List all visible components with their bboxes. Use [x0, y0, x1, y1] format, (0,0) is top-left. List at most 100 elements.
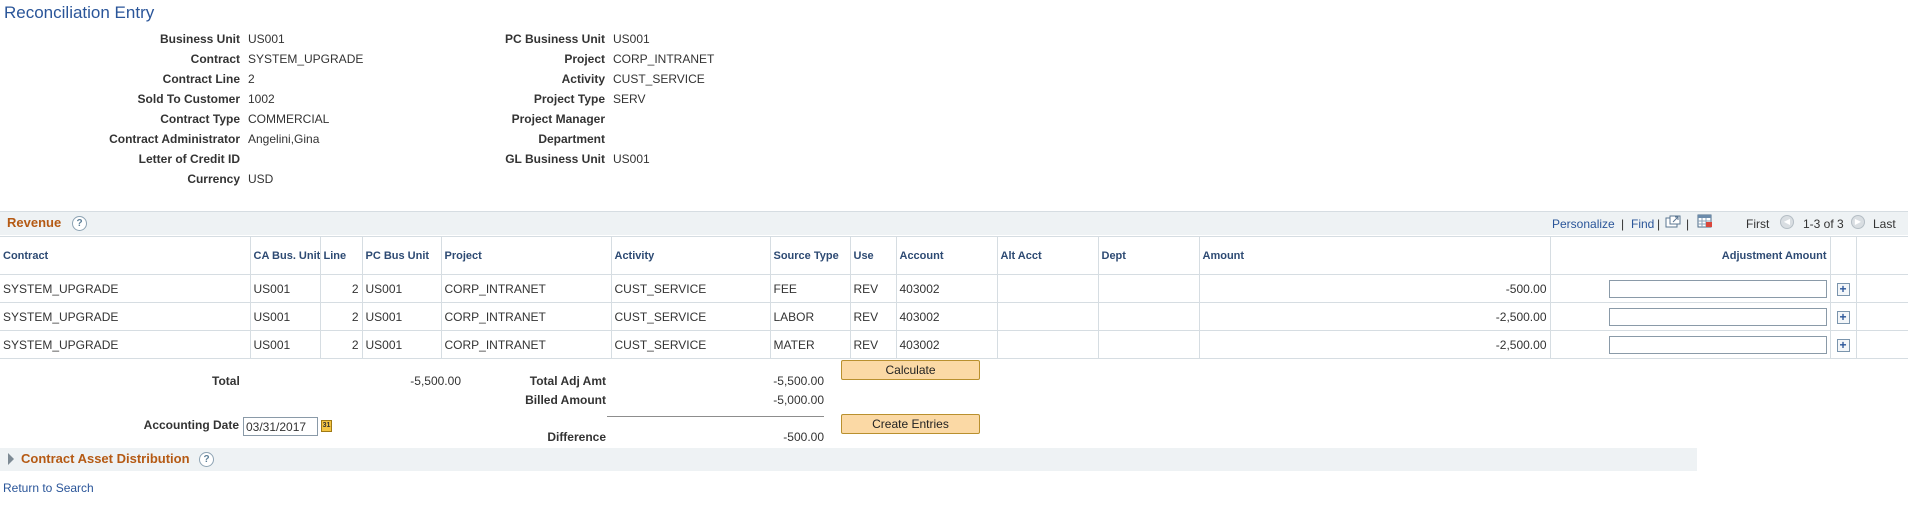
previous-arrow-icon[interactable]: ◀: [1780, 215, 1794, 229]
cell-pc-bus-unit: US001: [362, 302, 442, 331]
col-contract[interactable]: Contract: [0, 236, 251, 275]
col-pc-bus-unit[interactable]: PC Bus Unit: [362, 236, 442, 275]
col-ca-bus-unit[interactable]: CA Bus. Unit: [250, 236, 321, 275]
nav-separator: |: [1657, 217, 1661, 231]
cell-pc-bus-unit: US001: [362, 330, 442, 359]
last-label: Last: [1873, 217, 1896, 231]
personalize-link[interactable]: Personalize: [1552, 217, 1615, 231]
col-adjustment-amount[interactable]: Adjustment Amount: [1550, 236, 1831, 275]
field-value: SYSTEM_UPGRADE: [248, 52, 364, 66]
cell-add-row: +: [1830, 274, 1857, 303]
col-source-type[interactable]: Source Type: [770, 236, 851, 275]
billed-amount-label: Billed Amount: [525, 393, 606, 407]
col-alt-acct[interactable]: Alt Acct: [997, 236, 1099, 275]
cell-amount: -2,500.00: [1199, 330, 1551, 359]
difference-label: Difference: [547, 430, 606, 444]
col-project[interactable]: Project: [441, 236, 612, 275]
accounting-date-label: Accounting Date: [143, 418, 239, 432]
cell-adjustment-amount: [1550, 274, 1831, 303]
expand-triangle-icon[interactable]: [8, 453, 14, 465]
nav-separator: |: [1686, 217, 1690, 231]
cell-dept: [1098, 302, 1200, 331]
cell-project: CORP_INTRANET: [441, 302, 612, 331]
cell-account: 403002: [896, 302, 998, 331]
cell-alt-acct: [997, 330, 1099, 359]
adjustment-amount-input[interactable]: [1608, 335, 1827, 354]
col-dept[interactable]: Dept: [1098, 236, 1200, 275]
cell-spacer: [1856, 274, 1908, 303]
add-row-icon[interactable]: +: [1836, 310, 1850, 324]
cell-source-type: FEE: [770, 274, 851, 303]
adjustment-amount-input[interactable]: [1608, 307, 1827, 326]
cell-use: REV: [850, 274, 897, 303]
create-entries-button[interactable]: Create Entries: [841, 414, 980, 434]
field-label: Letter of Credit ID: [138, 152, 240, 166]
help-icon[interactable]: ?: [199, 452, 214, 467]
next-arrow-icon[interactable]: ▶: [1851, 215, 1865, 229]
col-line[interactable]: Line: [320, 236, 363, 275]
difference-value: -500.00: [783, 430, 824, 444]
field-label: Project: [564, 52, 605, 66]
revenue-grid: Contract CA Bus. Unit Line PC Bus Unit P…: [0, 236, 1908, 359]
cell-spacer: [1856, 330, 1908, 359]
field-label: Project Type: [533, 92, 605, 106]
add-row-icon[interactable]: +: [1836, 338, 1850, 352]
cell-adjustment-amount: [1550, 330, 1831, 359]
cell-contract: SYSTEM_UPGRADE: [0, 274, 251, 303]
return-to-search-link[interactable]: Return to Search: [3, 481, 94, 495]
calendar-icon[interactable]: 31: [321, 420, 332, 432]
col-activity[interactable]: Activity: [611, 236, 771, 275]
nav-separator: |: [1621, 217, 1625, 231]
page-title: Reconciliation Entry: [4, 3, 155, 22]
col-use[interactable]: Use: [850, 236, 897, 275]
col-amount[interactable]: Amount: [1199, 236, 1551, 275]
grid-header-row: Contract CA Bus. Unit Line PC Bus Unit P…: [0, 236, 1908, 275]
field-label: Project Manager: [511, 112, 605, 126]
cell-line: 2: [320, 330, 363, 359]
find-link[interactable]: Find: [1631, 217, 1654, 231]
cell-amount: -2,500.00: [1199, 302, 1551, 331]
cell-adjustment-amount: [1550, 302, 1831, 331]
field-label: Contract Line: [162, 72, 240, 86]
cell-account: 403002: [896, 330, 998, 359]
field-label: Contract Type: [160, 112, 240, 126]
cell-alt-acct: [997, 274, 1099, 303]
cell-ca-bus-unit: US001: [250, 302, 321, 331]
help-icon[interactable]: ?: [72, 216, 87, 231]
calculate-button[interactable]: Calculate: [841, 360, 980, 380]
cell-use: REV: [850, 330, 897, 359]
cell-add-row: +: [1830, 330, 1857, 359]
col-account[interactable]: Account: [896, 236, 998, 275]
field-value: Angelini,Gina: [248, 132, 320, 146]
cell-contract: SYSTEM_UPGRADE: [0, 302, 251, 331]
contract-asset-distribution-title[interactable]: Contract Asset Distribution: [21, 451, 190, 466]
cell-line: 2: [320, 274, 363, 303]
cell-add-row: +: [1830, 302, 1857, 331]
add-row-icon[interactable]: +: [1836, 282, 1850, 296]
cell-contract: SYSTEM_UPGRADE: [0, 330, 251, 359]
field-value: COMMERCIAL: [248, 112, 330, 126]
adjustment-amount-input[interactable]: [1608, 279, 1827, 298]
accounting-date-input[interactable]: [243, 417, 318, 436]
view-all-icon[interactable]: [1665, 215, 1681, 229]
cell-use: REV: [850, 302, 897, 331]
field-value: 1002: [248, 92, 275, 106]
row-range: 1-3 of 3: [1803, 217, 1844, 231]
cell-dept: [1098, 274, 1200, 303]
table-row: SYSTEM_UPGRADE US001 2 US001 CORP_INTRANET CU…: [0, 302, 1908, 331]
field-label: Business Unit: [159, 32, 240, 46]
cell-project: CORP_INTRANET: [441, 330, 612, 359]
table-row: SYSTEM_UPGRADE US001 2 US001 CORP_INTRANET CU…: [0, 274, 1908, 303]
col-spacer: [1856, 236, 1908, 275]
cell-amount: -500.00: [1199, 274, 1551, 303]
contract-asset-distribution-bar[interactable]: [0, 448, 1697, 471]
cell-dept: [1098, 330, 1200, 359]
cell-source-type: LABOR: [770, 302, 851, 331]
field-value: CUST_SERVICE: [613, 72, 705, 86]
download-grid-icon[interactable]: [1697, 214, 1713, 228]
field-value: SERV: [613, 92, 646, 106]
cell-line: 2: [320, 302, 363, 331]
revenue-title: Revenue: [7, 215, 62, 230]
cell-ca-bus-unit: US001: [250, 274, 321, 303]
cell-ca-bus-unit: US001: [250, 330, 321, 359]
